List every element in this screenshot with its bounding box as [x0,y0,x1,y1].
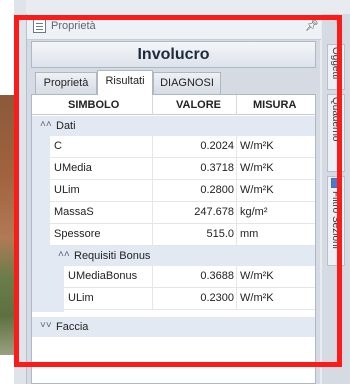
cell-symbol: UMedia [54,162,92,174]
side-tab-quaderno[interactable]: Quaderno [327,94,345,172]
cell-unit: W/m²K [240,184,274,196]
group-indent [32,136,50,246]
cell-unit: W/m²K [240,292,274,304]
side-tab-label: Quaderno [330,97,341,142]
table-row[interactable]: MassaS 247.678 kg/m² [50,202,315,224]
group-label: Dati [56,120,76,132]
cell-divider [236,180,237,202]
side-tab-label: Filtro Sezioni [330,191,341,249]
table-row[interactable]: UMedia 0.3718 W/m²K [50,158,315,180]
group-requisiti-bonus[interactable]: ˄˄ Requisiti Bonus [50,246,315,266]
header-misura[interactable]: MISURA [253,99,296,111]
table-row[interactable]: UMediaBonus 0.3688 W/m²K [64,266,315,288]
header-simbolo[interactable]: SIMBOLO [68,99,119,111]
cell-symbol: Spessore [54,228,101,240]
side-tab-filtro-sezioni[interactable]: Filtro Sezioni [327,176,345,266]
cell-divider [236,266,237,288]
cell-symbol: ULim [68,292,94,304]
tab-proprieta[interactable]: Proprietà [35,72,97,94]
right-dock-strip: Oggetti Quaderno Filtro Sezioni [322,14,350,384]
tab-diagnosi[interactable]: DIAGNOSI [153,72,221,94]
checkbox-icon [331,178,341,188]
group-dati[interactable]: ˄˄ Dati [32,116,315,136]
cell-value: 0.2024 [200,140,234,152]
table-row[interactable]: ULim 0.2800 W/m²K [50,180,315,202]
cell-symbol: C [54,140,62,152]
tab-risultati[interactable]: Risultati [97,70,153,95]
cell-symbol: ULim [54,184,80,196]
header-divider [152,95,153,115]
cell-unit: kg/m² [240,206,268,218]
cell-value: 247.678 [194,206,234,218]
cell-divider [152,136,153,158]
cell-divider [152,288,153,310]
side-tab-label: Oggetti [330,47,341,80]
table-row[interactable]: C 0.2024 W/m²K [50,136,315,158]
cell-value: 0.3688 [200,270,234,282]
collapse-chevron-icon[interactable]: ˄˄ [58,249,70,260]
cell-symbol: MassaS [54,206,94,218]
cell-divider [236,202,237,224]
pin-icon[interactable]: 📌︎ [305,19,319,32]
panel-header: Proprietà 📌︎ [27,14,321,40]
group-label: Faccia [56,321,89,333]
background-left [0,0,26,384]
cell-value: 0.2300 [200,292,234,304]
cell-unit: mm [240,228,259,240]
tab-strip: Proprietà Risultati DIAGNOSI [31,70,316,95]
cell-unit: W/m²K [240,140,274,152]
properties-panel: Proprietà 📌︎ Involucro Proprietà Risulta… [26,14,321,384]
cell-symbol: UMediaBonus [68,270,138,282]
cell-divider [152,202,153,224]
cell-value: 0.2800 [200,184,234,196]
cell-divider [152,158,153,180]
cell-unit: W/m²K [240,270,274,282]
side-tab-oggetti[interactable]: Oggetti [327,44,345,90]
results-grid: SIMBOLO VALORE MISURA ˄˄ Dati C 0.2024 W… [31,94,316,384]
panel-title: Proprietà [51,20,96,32]
header-divider [236,95,237,115]
header-valore[interactable]: VALORE [176,99,221,111]
cell-divider [236,288,237,310]
cell-unit: W/m²K [240,162,274,174]
cell-value: 515.0 [206,228,234,240]
cell-divider [152,224,153,246]
cell-divider [236,136,237,158]
properties-icon [33,19,46,33]
cell-divider [236,158,237,180]
collapse-chevron-icon[interactable]: ˄˄ [40,119,52,130]
expand-chevron-icon[interactable]: ˅˅ [40,320,52,331]
group-indent [32,246,50,312]
cell-divider [236,224,237,246]
group-label: Requisiti Bonus [74,250,151,262]
cell-divider [152,180,153,202]
object-title: Involucro [31,41,316,68]
group-faccia[interactable]: ˅˅ Faccia [32,317,315,337]
background-photo [0,95,18,355]
cell-value: 0.3718 [200,162,234,174]
grid-header: SIMBOLO VALORE MISURA [32,95,315,115]
table-row[interactable]: ULim 0.2300 W/m²K [64,288,315,310]
group-indent [50,266,64,312]
cell-divider [152,266,153,288]
table-row[interactable]: Spessore 515.0 mm [50,224,315,246]
